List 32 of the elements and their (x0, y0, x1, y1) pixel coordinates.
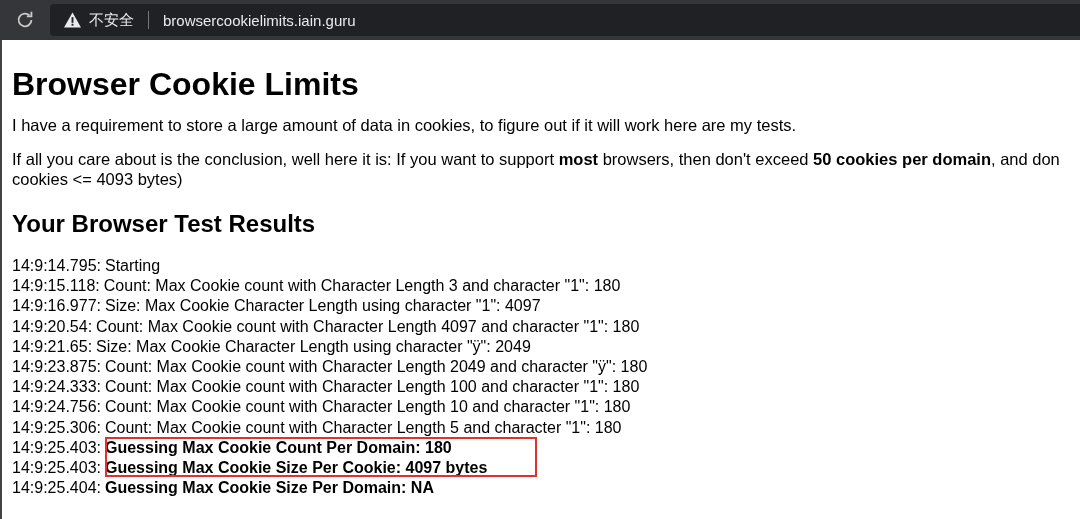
log-message: Count: Max Cookie count with Character Length 4097 and character "1": 180 (96, 316, 640, 337)
log-timestamp: 14:9:23.875: (12, 357, 101, 377)
security-label: 不安全 (89, 10, 134, 30)
page-title: Browser Cookie Limits (12, 65, 359, 103)
log-message: Count: Max Cookie count with Character Length 3 and character "1": 180 (103, 276, 621, 297)
warning-icon (64, 12, 81, 28)
log-timestamp: 14:9:24.333: (12, 377, 101, 398)
log-timestamp: 14:9:21.65: (12, 336, 93, 357)
log-message: Size: Max Cookie Character Length using character "ÿ": 2049 (96, 336, 531, 357)
log-message: Guessing Max Cookie Size Per Cookie: 4097 bytes (104, 458, 488, 479)
results-heading: Your Browser Test Results (12, 210, 316, 238)
intro-paragraph: I have a requirement to store a large amount of data in cookies, to figure out if it will work here are my tests. (12, 115, 797, 135)
log-timestamp: 14:9:16.977: (12, 296, 101, 317)
log-message: Guessing Max Cookie Count Per Domain: 180 (104, 437, 452, 458)
log-timestamp: 14:9:15.118: (12, 276, 100, 297)
log-timestamp: 14:9:24.756: (12, 397, 101, 418)
conclusion-paragraph: If all you care about is the conclusion, well here it is: If you want to support most browsers, then don't exceed 50 cookies per domain, and don cookies <= 4093 bytes) (12, 149, 1060, 189)
log-timestamp: 14:9:25.404: (12, 478, 101, 499)
log-timestamp: 14:9:25.403: (12, 437, 101, 458)
log-message: Guessing Max Cookie Size Per Domain: NA (104, 478, 434, 499)
url-text: browsercookielimits.iain.guru (163, 11, 356, 29)
log-message: Count: Max Cookie count with Character Length 2049 and character "ÿ": 180 (104, 357, 648, 377)
log-message: Count: Max Cookie count with Character Length 5 and character "1": 180 (104, 417, 622, 438)
log-timestamp: 14:9:20.54: (12, 316, 93, 337)
log-timestamp: 14:9:14.795: (12, 256, 101, 276)
log-timestamp: 14:9:25.306: (12, 417, 101, 438)
log-message: Count: Max Cookie count with Character Length 10 and character "1": 180 (104, 397, 631, 418)
address-bar[interactable]: 不安全 browsercookielimits.iain.guru (50, 4, 1080, 36)
log-message: Starting (104, 256, 161, 276)
log-timestamp: 14:9:25.403: (12, 458, 101, 479)
log-message: Count: Max Cookie count with Character Length 100 and character "1": 180 (104, 377, 640, 398)
log-message: Size: Max Cookie Character Length using character "1": 4097 (104, 296, 541, 317)
